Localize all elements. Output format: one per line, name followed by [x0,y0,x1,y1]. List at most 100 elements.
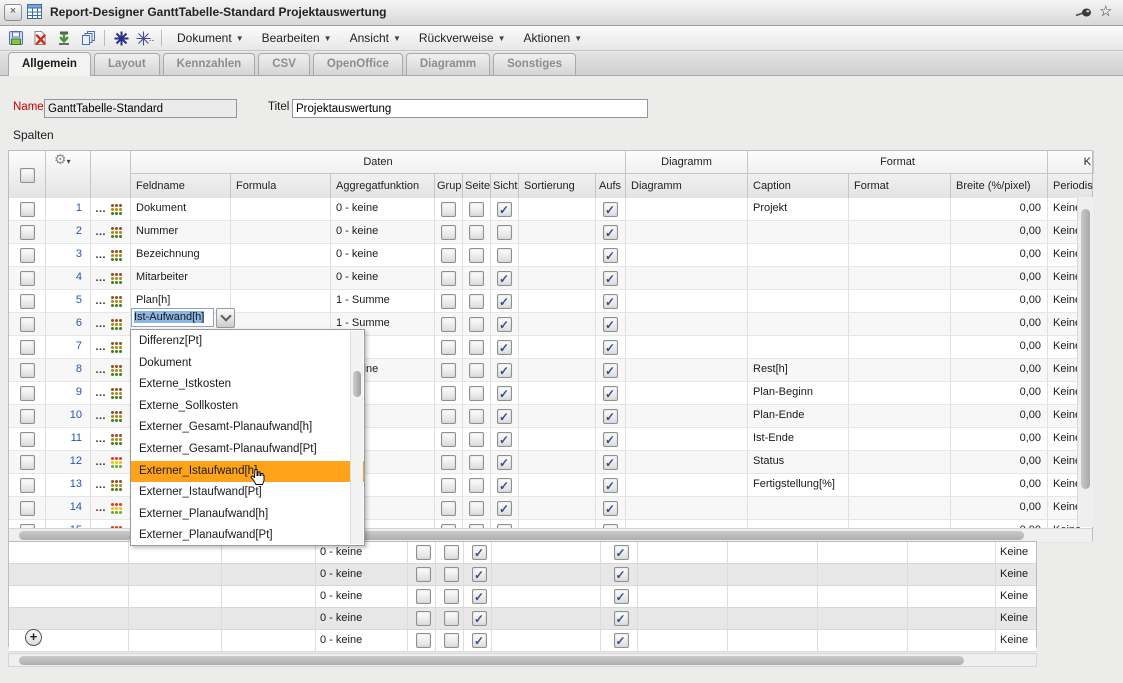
sicht-checkbox[interactable] [472,611,487,626]
format-cell[interactable] [849,198,951,220]
sicht-checkbox[interactable] [472,633,487,648]
aufs-checkbox[interactable] [603,271,618,286]
seite-checkbox[interactable] [444,545,459,560]
col-periodis[interactable]: Periodis [1048,174,1094,198]
breite-cell[interactable]: 0,00 [951,359,1048,381]
caption-cell[interactable] [748,313,849,335]
diagramm-cell[interactable] [626,428,748,450]
sicht-checkbox[interactable] [497,501,512,516]
breite-cell[interactable]: 0,00 [951,382,1048,404]
caption-cell[interactable] [748,497,849,519]
grup-checkbox[interactable] [441,317,456,332]
sortierung-cell[interactable] [519,359,596,381]
dropdown-item[interactable]: Externer_Istaufwand[Pt] [131,482,364,504]
col-aggregatfunktion[interactable]: Aggregatfunktion [331,174,435,198]
dropdown-item[interactable]: Externer_Istaufwand[h] [131,461,364,483]
col-seite[interactable]: Seite [463,174,491,198]
row-select-checkbox[interactable] [20,202,35,217]
row-menu-ellipsis[interactable]: … [95,222,107,243]
sicht-checkbox[interactable] [497,248,512,263]
row-menu-ellipsis[interactable]: … [95,337,107,358]
sortierung-cell[interactable] [519,405,596,427]
aufs-checkbox[interactable] [603,478,618,493]
titel-input[interactable] [292,99,648,118]
diagramm-cell[interactable] [626,382,748,404]
breite-cell[interactable]: 0,00 [951,267,1048,289]
grup-checkbox[interactable] [441,340,456,355]
star-icon[interactable]: ☆ [1099,2,1112,20]
seite-checkbox[interactable] [469,409,484,424]
format-cell[interactable] [849,451,951,473]
row-select-checkbox[interactable] [20,340,35,355]
dropdown-item[interactable]: Externer_Planaufwand[h] [131,504,364,526]
row-select-checkbox[interactable] [20,386,35,401]
aggregat-cell[interactable]: 0 - keine [331,244,435,266]
row-select-checkbox[interactable] [20,409,35,424]
name-input[interactable] [44,99,237,118]
caption-cell[interactable]: Status [748,451,849,473]
formula-cell[interactable] [231,267,331,289]
aufs-checkbox[interactable] [603,386,618,401]
grup-checkbox[interactable] [441,432,456,447]
grup-checkbox[interactable] [441,294,456,309]
row-select-checkbox[interactable] [20,363,35,378]
row-menu-ellipsis[interactable]: … [95,406,107,427]
periodis-cell[interactable]: Keine [996,542,1036,563]
dropdown-item[interactable]: Differenz[Pt] [131,331,364,353]
menu-item[interactable]: Bearbeiten▼ [262,31,332,45]
tab[interactable]: Allgemein [8,52,91,76]
close-icon[interactable]: × [4,4,22,21]
aufs-checkbox[interactable] [603,317,618,332]
bottom-horizontal-scrollbar-thumb[interactable] [19,656,964,665]
breite-cell[interactable]: 0,00 [951,451,1048,473]
burst-outline-icon[interactable]: .. [135,29,155,47]
menu-item[interactable]: Ansicht▼ [350,31,401,45]
feldname-cell[interactable]: Bezeichnung [131,244,231,266]
bottom-horizontal-scrollbar[interactable] [8,653,1037,667]
seite-checkbox[interactable] [469,294,484,309]
aufs-checkbox[interactable] [603,409,618,424]
dropdown-scrollbar[interactable] [350,331,363,544]
add-row-button[interactable]: + [25,629,42,646]
col-aufs[interactable]: Aufs [596,174,626,198]
grup-checkbox[interactable] [441,409,456,424]
caption-cell[interactable]: Plan-Beginn [748,382,849,404]
feldname-cell[interactable]: Mitarbeiter [131,267,231,289]
sicht-checkbox[interactable] [497,409,512,424]
aggregat-cell[interactable]: 0 - keine [331,221,435,243]
grup-checkbox[interactable] [416,611,431,626]
seite-checkbox[interactable] [444,611,459,626]
caption-cell[interactable] [748,221,849,243]
breite-cell[interactable]: 0,00 [951,290,1048,312]
sicht-checkbox[interactable] [497,225,512,240]
aufs-checkbox[interactable] [603,340,618,355]
format-cell[interactable] [849,359,951,381]
vertical-scrollbar[interactable] [1077,197,1093,527]
seite-checkbox[interactable] [469,432,484,447]
caption-cell[interactable]: Fertigstellung[%] [748,474,849,496]
select-all-checkbox[interactable] [20,168,35,183]
formula-cell[interactable] [222,586,316,607]
save-icon[interactable] [6,29,26,47]
aufs-checkbox[interactable] [603,225,618,240]
grup-checkbox[interactable] [416,589,431,604]
aufs-checkbox[interactable] [614,633,629,648]
seite-checkbox[interactable] [469,455,484,470]
diagramm-cell[interactable] [626,497,748,519]
sicht-checkbox[interactable] [497,294,512,309]
col-format[interactable]: Format [849,174,951,198]
aufs-checkbox[interactable] [614,611,629,626]
format-cell[interactable] [849,290,951,312]
diagramm-cell[interactable] [626,336,748,358]
grup-checkbox[interactable] [416,633,431,648]
aufs-checkbox[interactable] [603,501,618,516]
grup-checkbox[interactable] [441,478,456,493]
format-cell[interactable] [849,244,951,266]
col-diagramm[interactable]: Diagramm [626,174,748,198]
diagramm-cell[interactable] [626,244,748,266]
format-cell[interactable] [849,313,951,335]
sicht-checkbox[interactable] [472,545,487,560]
aufs-checkbox[interactable] [603,248,618,263]
col-grup[interactable]: Grup [435,174,463,198]
sortierung-cell[interactable] [519,221,596,243]
